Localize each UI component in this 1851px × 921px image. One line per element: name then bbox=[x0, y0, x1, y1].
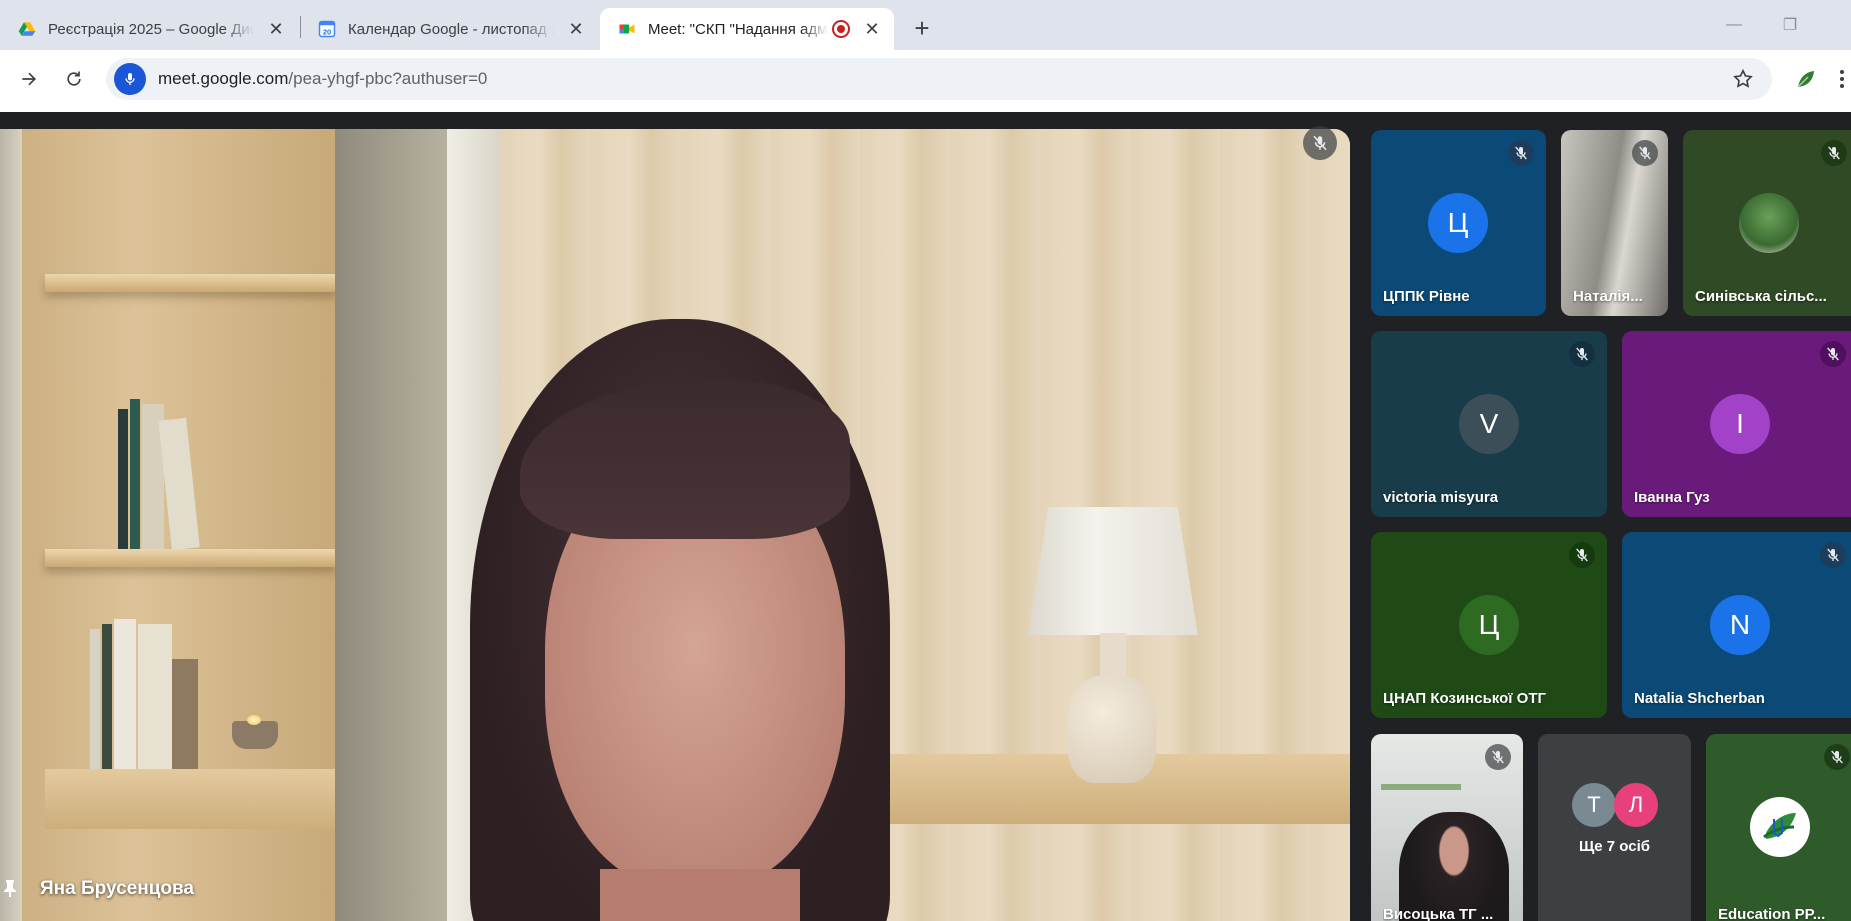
participant-tile[interactable]: Education PP... bbox=[1706, 734, 1851, 921]
mic-off-icon bbox=[1821, 140, 1847, 166]
participant-tile[interactable]: Синівська сільс... bbox=[1683, 130, 1851, 316]
microphone-icon[interactable] bbox=[114, 63, 146, 95]
bookmark-star-icon[interactable] bbox=[1732, 68, 1754, 90]
mic-off-icon bbox=[1824, 744, 1850, 770]
participant-video bbox=[1399, 812, 1509, 921]
avatar: V bbox=[1459, 394, 1519, 454]
tab-title: Реєстрація 2025 – Google Диск bbox=[48, 20, 254, 38]
main-speaker-tile[interactable] bbox=[0, 129, 1350, 921]
participant-name: Синівська сільс... bbox=[1695, 288, 1827, 305]
speaker-name: Яна Брусенцова bbox=[40, 878, 194, 899]
more-vertical-icon bbox=[1840, 70, 1844, 88]
close-tab-icon[interactable]: ✕ bbox=[266, 19, 286, 39]
reload-button[interactable] bbox=[58, 63, 90, 95]
meet-stage: Яна Брусенцова Ц ЦППК Рівне Наталія... С… bbox=[0, 112, 1851, 921]
participant-tile[interactable]: I Іванна Гуз bbox=[1622, 331, 1851, 517]
mic-off-icon bbox=[1820, 341, 1846, 367]
google-drive-icon bbox=[18, 22, 36, 36]
participant-tile[interactable]: Висоцька ТГ ... bbox=[1371, 734, 1523, 921]
mic-off-icon bbox=[1485, 744, 1511, 770]
arrow-right-icon bbox=[22, 72, 37, 86]
mic-off-icon bbox=[1303, 126, 1337, 160]
avatar: Т bbox=[1572, 783, 1616, 827]
participant-tile[interactable]: Ц ЦППК Рівне bbox=[1371, 130, 1546, 316]
mic-off-icon bbox=[1508, 140, 1534, 166]
participant-tile[interactable]: Наталія... bbox=[1561, 130, 1668, 316]
google-calendar-icon: 20 bbox=[318, 20, 336, 38]
avatar: I bbox=[1710, 394, 1770, 454]
extension-button[interactable] bbox=[1790, 63, 1822, 95]
participant-tile[interactable]: Ц ЦНАП Козинської ОТГ bbox=[1371, 532, 1607, 718]
more-participants-label: Ще 7 осіб bbox=[1578, 838, 1651, 855]
minimize-button[interactable]: — bbox=[1714, 10, 1754, 40]
avatar: Ц bbox=[1428, 193, 1488, 253]
more-participants-tile[interactable]: Т Л Ще 7 осіб bbox=[1538, 734, 1691, 921]
reload-icon bbox=[67, 71, 81, 86]
tab-google-meet[interactable]: Meet: "СКП "Надання адміністративних пос… bbox=[600, 8, 894, 50]
tab-title: Meet: "СКП "Надання адміністративних пос… bbox=[648, 20, 828, 38]
participant-tile[interactable]: V victoria misyura bbox=[1371, 331, 1607, 517]
participant-name: Natalia Shcherban bbox=[1634, 690, 1765, 707]
menu-button[interactable] bbox=[1834, 63, 1850, 95]
mic-off-icon bbox=[1632, 140, 1658, 166]
close-tab-icon[interactable]: ✕ bbox=[862, 19, 882, 39]
browser-tab-bar: Реєстрація 2025 – Google Диск ✕ 20 Кален… bbox=[0, 0, 1851, 50]
avatar: Л bbox=[1614, 783, 1658, 827]
avatar: N bbox=[1710, 595, 1770, 655]
address-bar[interactable]: meet.google.com/pea-yhgf-pbc?authuser=0 bbox=[106, 58, 1772, 100]
tab-google-calendar[interactable]: 20 Календар Google - листопад 2025 ✕ bbox=[300, 8, 598, 50]
restore-button[interactable]: ❐ bbox=[1770, 10, 1810, 40]
participant-name: ЦППК Рівне bbox=[1383, 288, 1470, 305]
url-text: meet.google.com/pea-yhgf-pbc?authuser=0 bbox=[158, 69, 487, 89]
mic-off-icon bbox=[1569, 341, 1595, 367]
mic-off-icon bbox=[1820, 542, 1846, 568]
participant-name: Висоцька ТГ ... bbox=[1383, 906, 1494, 921]
participant-name: Наталія... bbox=[1573, 288, 1643, 305]
participant-name: Education PP... bbox=[1718, 906, 1826, 921]
participant-tile[interactable]: N Natalia Shcherban bbox=[1622, 532, 1851, 718]
url-host: meet.google.com bbox=[158, 69, 289, 88]
pin-icon[interactable] bbox=[2, 879, 18, 897]
google-meet-icon bbox=[619, 24, 635, 34]
leaf-extension-icon bbox=[1797, 71, 1814, 88]
browser-toolbar: meet.google.com/pea-yhgf-pbc?authuser=0 bbox=[0, 50, 1851, 108]
avatar-photo bbox=[1739, 193, 1799, 253]
close-tab-icon[interactable]: ✕ bbox=[566, 19, 586, 39]
mic-off-icon bbox=[1569, 542, 1595, 568]
education-logo-icon bbox=[1750, 797, 1810, 857]
svg-text:20: 20 bbox=[323, 27, 331, 36]
participant-name: ЦНАП Козинської ОТГ bbox=[1383, 690, 1546, 707]
new-tab-button[interactable]: + bbox=[906, 12, 938, 44]
forward-button[interactable] bbox=[13, 63, 45, 95]
participant-name: Іванна Гуз bbox=[1634, 489, 1710, 506]
participant-name: victoria misyura bbox=[1383, 489, 1499, 506]
recording-icon bbox=[832, 20, 850, 38]
tab-google-drive[interactable]: Реєстрація 2025 – Google Диск ✕ bbox=[0, 8, 298, 50]
url-path: /pea-yhgf-pbc?authuser=0 bbox=[288, 69, 488, 88]
tab-title: Календар Google - листопад 2025 bbox=[348, 20, 554, 38]
avatar: Ц bbox=[1459, 595, 1519, 655]
